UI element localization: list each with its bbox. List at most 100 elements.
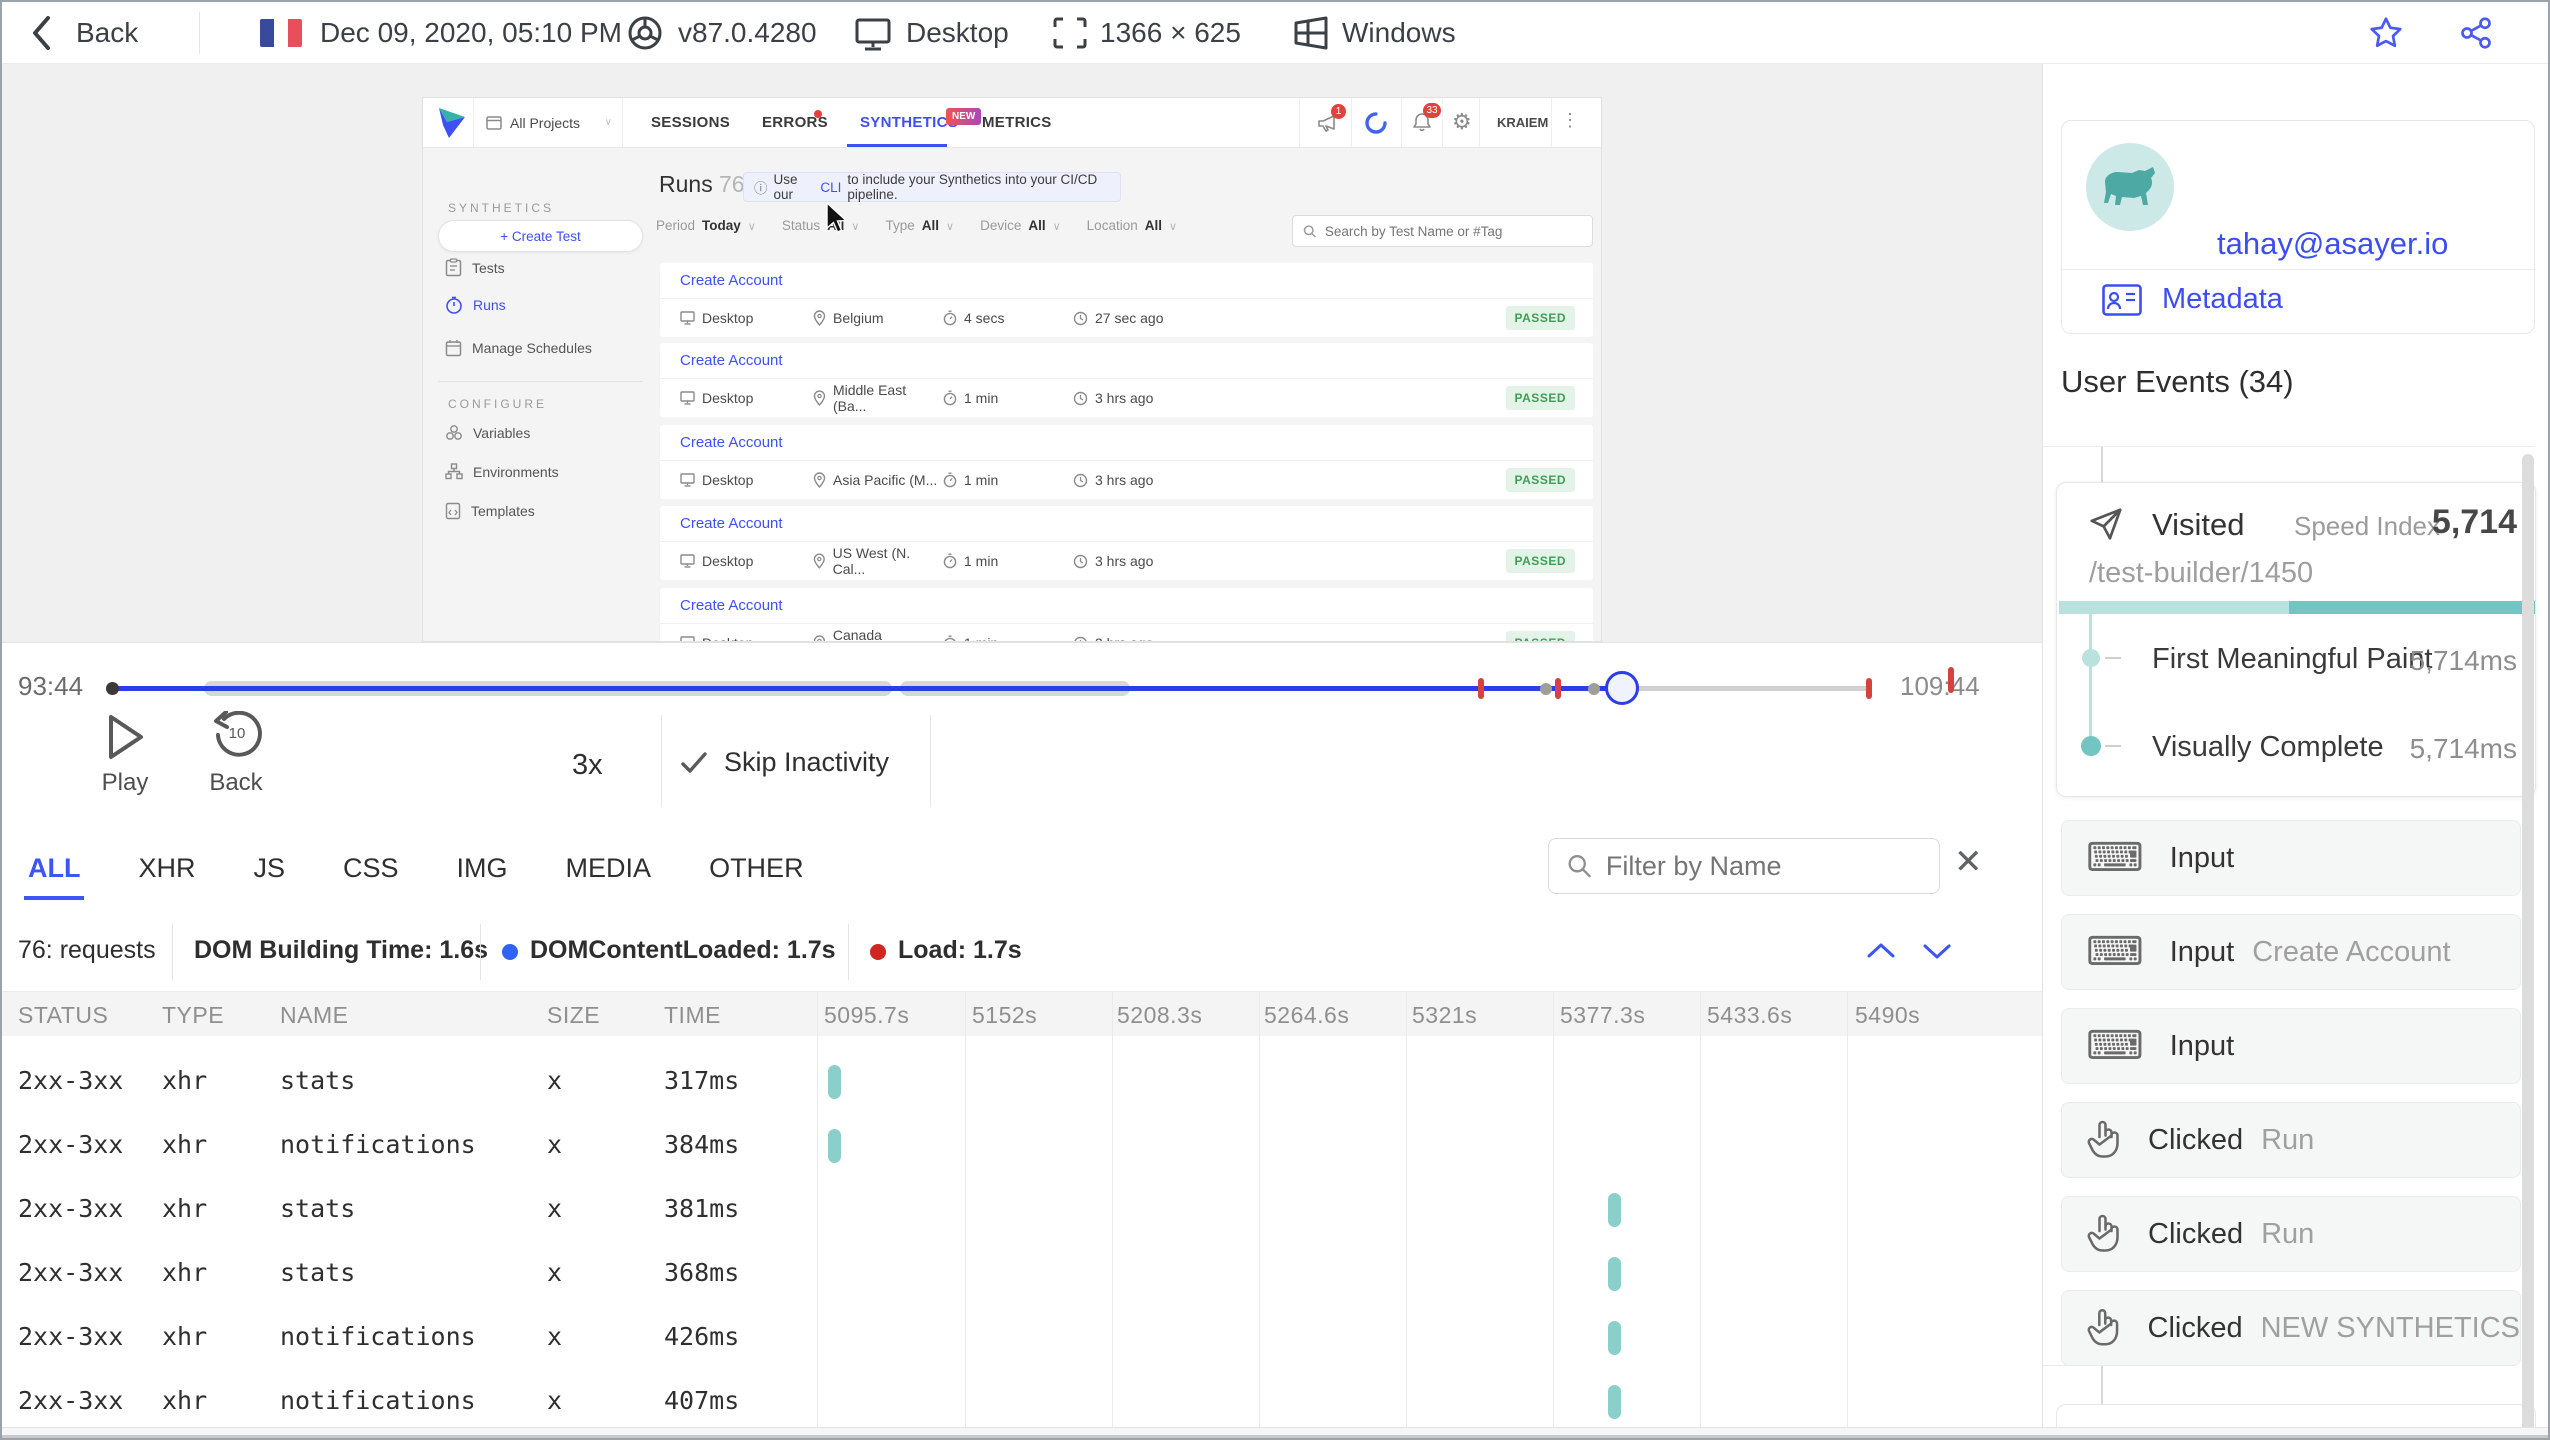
- environments-icon: [445, 463, 463, 480]
- playback-speed-button[interactable]: 3x: [572, 749, 603, 782]
- event-type: Input: [2169, 935, 2235, 968]
- network-request-row[interactable]: 2xx-3xx xhr stats x 381ms: [2, 1178, 2042, 1242]
- cli-link[interactable]: CLI: [820, 180, 841, 195]
- network-request-row[interactable]: 2xx-3xx xhr stats x 368ms: [2, 1242, 2042, 1306]
- visited-event-card[interactable]: Visited Speed Index 5,714 /test-builder/…: [2056, 482, 2536, 797]
- window-horizontal-scrollbar[interactable]: [2, 1435, 2548, 1438]
- cell-type: xhr: [162, 1322, 208, 1351]
- event-card-clicked[interactable]: Clicked Run: [2061, 1196, 2521, 1272]
- metadata-button[interactable]: Metadata: [2102, 283, 2283, 316]
- network-tab-all[interactable]: ALL: [23, 853, 86, 900]
- event-card-input[interactable]: ⌨ Input: [2061, 1008, 2521, 1084]
- user-profile-card: tahay@asayer.io Metadata: [2061, 120, 2536, 334]
- user-menu[interactable]: KRAIEM: [1497, 115, 1548, 130]
- divider: [438, 381, 643, 382]
- jump-down-chevron-icon[interactable]: [1920, 938, 1954, 964]
- jump-up-chevron-icon[interactable]: [1864, 938, 1898, 964]
- favorite-star-icon[interactable]: [2368, 15, 2404, 51]
- sidebar-item-tests[interactable]: Tests: [445, 258, 505, 277]
- stopwatch-icon: [943, 553, 957, 569]
- network-request-row[interactable]: 2xx-3xx xhr notifications x 426ms: [2, 1306, 2042, 1370]
- event-card-input[interactable]: ⌨ Input Create Account: [2061, 914, 2521, 990]
- close-panel-icon[interactable]: ✕: [1954, 842, 1983, 882]
- pointer-hand-icon: [2087, 1214, 2119, 1252]
- events-scrollbar[interactable]: [2522, 454, 2534, 1438]
- cell-type: xhr: [162, 1130, 208, 1159]
- network-tab-media[interactable]: MEDIA: [566, 853, 652, 884]
- run-duration: 1 min: [964, 472, 999, 488]
- user-email-link[interactable]: tahay@asayer.io: [2217, 226, 2448, 262]
- cell-size: x: [547, 1130, 563, 1159]
- visually-complete-value: 5,714ms: [2409, 733, 2517, 764]
- test-search-input[interactable]: [1324, 223, 1582, 239]
- status-badge: PASSED: [1505, 468, 1575, 492]
- playhead-handle[interactable]: [1605, 671, 1639, 705]
- filter-label: Location: [1086, 218, 1138, 233]
- fmp-dot: [2082, 649, 2100, 667]
- sidebar-item-runs[interactable]: Runs: [445, 296, 506, 314]
- event-connector-line: [2101, 447, 2103, 482]
- network-tab-img[interactable]: IMG: [457, 853, 508, 884]
- chevron-down-icon: ∨: [946, 221, 955, 233]
- animal-avatar-icon: [2104, 167, 2155, 205]
- event-value: Run: [2261, 1123, 2315, 1156]
- run-card[interactable]: Create Account Desktop US West (N. Cal..…: [660, 506, 1593, 580]
- run-location: Middle East (Ba...: [832, 382, 907, 414]
- filter-location[interactable]: Location All ∨: [1087, 218, 1177, 233]
- run-card[interactable]: Create Account Desktop Belgium 4 secs 27…: [660, 263, 1593, 337]
- sidebar-item-variables[interactable]: Variables: [445, 424, 530, 441]
- keyboard-icon: ⌨: [2086, 1024, 2144, 1068]
- network-tab-other[interactable]: OTHER: [709, 853, 804, 884]
- sidebar-item-manage-schedules[interactable]: Manage Schedules: [445, 339, 592, 357]
- divider: [661, 715, 662, 807]
- network-stats-row: 76: requests DOM Building Time: 1.6s DOM…: [2, 912, 2042, 992]
- run-card[interactable]: Create Account Desktop Asia Pacific (M..…: [660, 425, 1593, 499]
- sidebar-item-environments[interactable]: Environments: [445, 463, 559, 480]
- filter-label: Status: [781, 218, 821, 233]
- event-card-clicked[interactable]: Clicked NEW SYNTHETICS: [2061, 1290, 2521, 1366]
- run-card[interactable]: Create Account Desktop Middle East (Ba..…: [660, 343, 1593, 417]
- network-tab-js[interactable]: JS: [254, 853, 286, 884]
- project-selector[interactable]: All Projects ∨: [473, 98, 623, 147]
- filter-value: All: [1028, 218, 1046, 233]
- network-tab-xhr[interactable]: XHR: [138, 853, 195, 884]
- skip-inactivity-toggle[interactable]: Skip Inactivity: [680, 747, 889, 778]
- replayed-app-screenshot: All Projects ∨ SESSIONS ERRORS SYNTHETIC…: [422, 97, 1602, 642]
- time-col-4: 5321s: [1412, 1002, 1478, 1028]
- cell-name: stats: [280, 1194, 356, 1223]
- event-marker: [1588, 683, 1600, 695]
- tab-synthetics[interactable]: SYNTHETICS: [860, 114, 958, 131]
- kebab-menu-icon[interactable]: ⋮: [1561, 110, 1579, 131]
- runs-page-title: Runs: [659, 171, 713, 197]
- filter-device[interactable]: Device All ∨: [980, 218, 1061, 233]
- network-request-row[interactable]: 2xx-3xx xhr notifications x 384ms: [2, 1114, 2042, 1178]
- filter-type[interactable]: Type All ∨: [885, 218, 954, 233]
- event-card-input[interactable]: ⌨ Input: [2061, 820, 2521, 896]
- back-button[interactable]: Back: [30, 14, 138, 52]
- play-icon: [109, 715, 143, 759]
- load-dot: [870, 944, 886, 960]
- network-request-row[interactable]: 2xx-3xx xhr notifications x 407ms: [2, 1370, 2042, 1434]
- pointer-hand-icon: [2087, 1309, 2119, 1346]
- check-icon: [681, 751, 707, 773]
- network-tab-css[interactable]: CSS: [343, 853, 399, 884]
- back-10s-button[interactable]: 10 Back: [194, 711, 278, 797]
- network-filter-input[interactable]: [1605, 850, 1921, 882]
- event-card-clicked[interactable]: Clicked Run: [2061, 1102, 2521, 1178]
- runs-count: 76: [719, 171, 745, 197]
- request-timing-bar: [828, 1065, 841, 1099]
- run-ago: 3 hrs ago: [1095, 472, 1154, 488]
- filter-period[interactable]: Period Today ∨: [656, 218, 756, 233]
- sidebar-item-templates[interactable]: Templates: [445, 502, 535, 520]
- run-card[interactable]: Create Account Desktop Canada (Centra...…: [660, 588, 1593, 641]
- network-request-row[interactable]: 2xx-3xx xhr stats x 317ms: [2, 1050, 2042, 1114]
- share-icon[interactable]: [2458, 15, 2494, 51]
- tab-metrics[interactable]: METRICS: [982, 114, 1052, 131]
- tab-sessions[interactable]: SESSIONS: [651, 114, 730, 131]
- settings-gear-icon[interactable]: ⚙: [1452, 109, 1472, 135]
- create-test-button[interactable]: + Create Test: [438, 220, 643, 252]
- play-button[interactable]: Play: [86, 711, 164, 797]
- errors-red-dot: [814, 110, 822, 118]
- metadata-label: Metadata: [2162, 283, 2283, 315]
- location-pin-icon: [813, 472, 826, 488]
